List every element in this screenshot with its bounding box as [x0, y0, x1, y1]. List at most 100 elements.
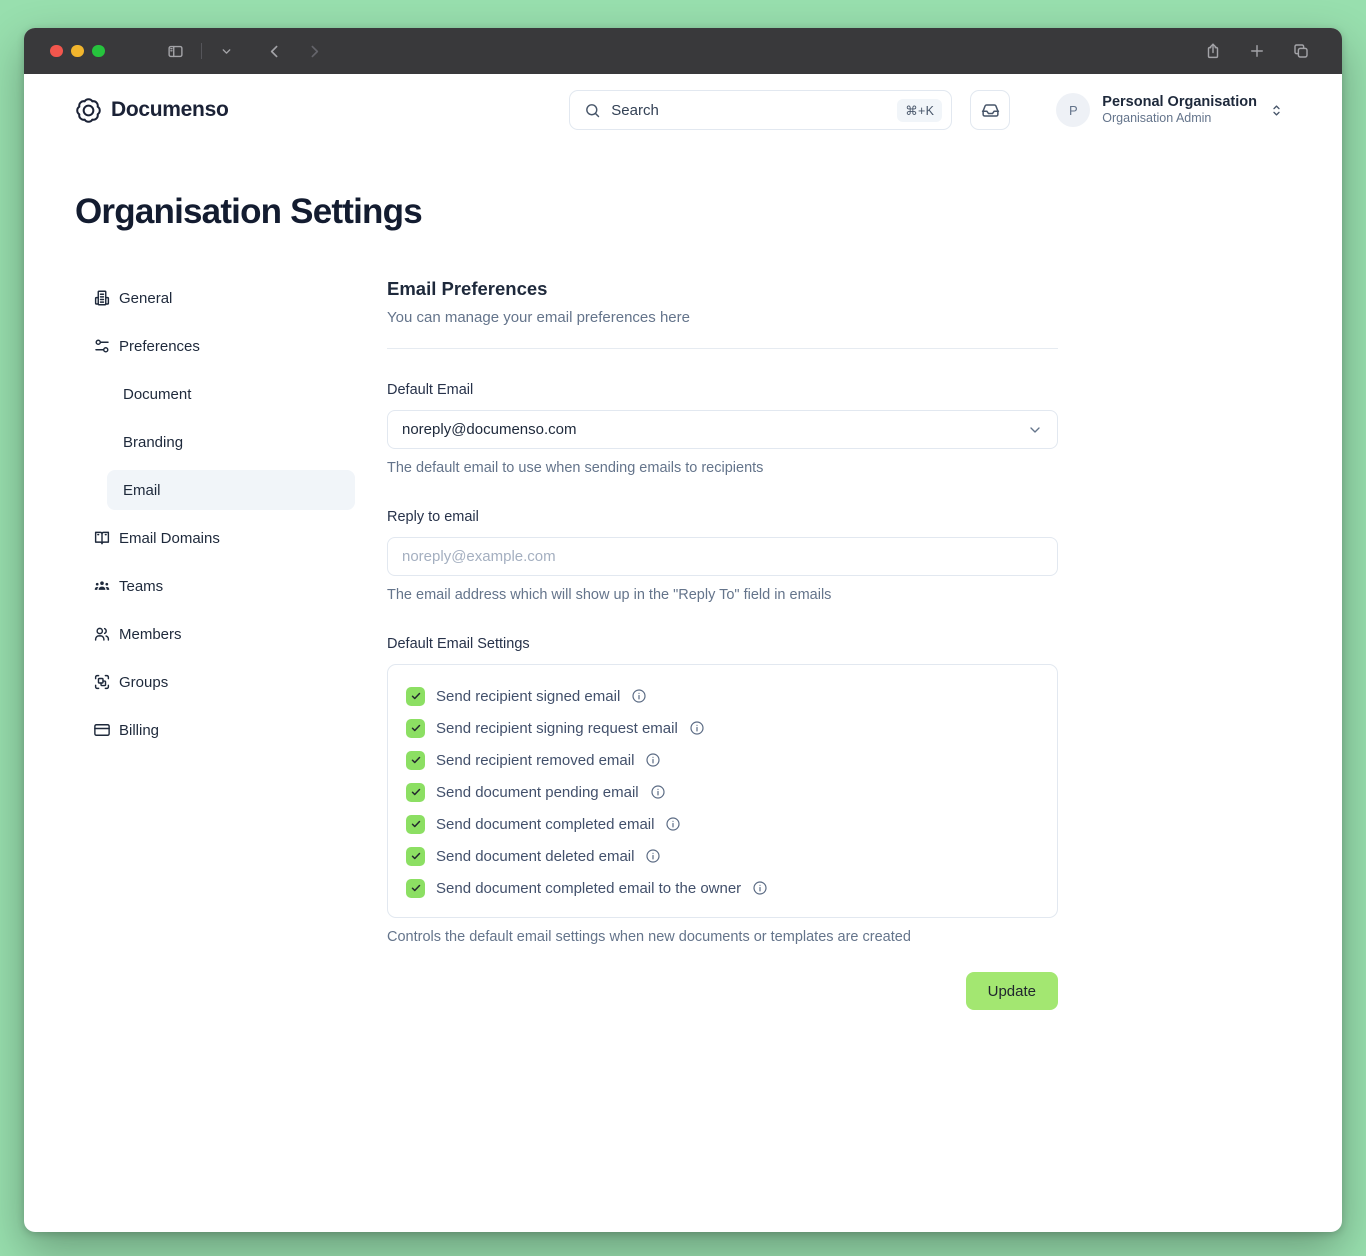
organisation-name: Personal Organisation — [1102, 93, 1257, 111]
setting-label: Send recipient signing request email — [436, 720, 678, 737]
reply-to-helper: The email address which will show up in … — [387, 587, 1058, 603]
checkbox-checked[interactable] — [406, 687, 425, 706]
checkbox-checked[interactable] — [406, 783, 425, 802]
default-email-select[interactable]: noreply@documenso.com — [387, 410, 1058, 449]
section-heading: Email Preferences — [387, 278, 1058, 300]
setting-label: Send document deleted email — [436, 848, 634, 865]
chevron-down-icon[interactable] — [212, 36, 242, 66]
brand[interactable]: Documenso — [75, 97, 229, 124]
new-tab-icon[interactable] — [1242, 36, 1272, 66]
sidebar-item-general[interactable]: General — [75, 278, 355, 318]
reply-to-label: Reply to email — [387, 509, 1058, 525]
sidebar-item-label: Billing — [119, 722, 159, 739]
sidebar-item-label: Groups — [119, 674, 168, 691]
settings-page: Organisation Settings General Preference… — [24, 146, 1342, 1232]
zoom-window-button[interactable] — [92, 45, 105, 58]
building-icon — [93, 289, 111, 307]
checkbox-checked[interactable] — [406, 815, 425, 834]
sidebar-item-members[interactable]: Members — [75, 614, 355, 654]
info-icon[interactable] — [645, 752, 661, 768]
setting-row-recipient-removed: Send recipient removed email — [388, 744, 1057, 776]
share-icon[interactable] — [1198, 36, 1228, 66]
checkbox-checked[interactable] — [406, 751, 425, 770]
sidebar-item-label: Members — [119, 626, 182, 643]
info-icon[interactable] — [752, 880, 768, 896]
section-subheading: You can manage your email preferences he… — [387, 309, 1058, 326]
info-icon[interactable] — [665, 816, 681, 832]
update-button[interactable]: Update — [966, 972, 1058, 1010]
book-open-icon — [93, 529, 111, 547]
forward-button[interactable] — [300, 36, 330, 66]
setting-row-recipient-signed: Send recipient signed email — [388, 680, 1057, 712]
chevron-down-icon — [1027, 422, 1043, 438]
sidebar-toggle-icon[interactable] — [161, 36, 191, 66]
email-settings-label: Default Email Settings — [387, 636, 1058, 652]
setting-label: Send recipient removed email — [436, 752, 634, 769]
inbox-button[interactable] — [970, 90, 1010, 130]
email-settings-box: Send recipient signed email Send recipie… — [387, 664, 1058, 918]
app-window: Documenso Search ⌘+K P Personal Organisa… — [24, 28, 1342, 1232]
checkbox-checked[interactable] — [406, 879, 425, 898]
reply-to-input[interactable] — [402, 548, 1043, 565]
close-window-button[interactable] — [50, 45, 63, 58]
section-divider — [387, 348, 1058, 349]
settings-nav: General Preferences Document Branding Em… — [75, 278, 355, 1010]
inbox-icon — [981, 101, 1000, 120]
setting-row-document-completed: Send document completed email — [388, 808, 1057, 840]
checkbox-checked[interactable] — [406, 847, 425, 866]
avatar: P — [1056, 93, 1090, 127]
back-button[interactable] — [260, 36, 290, 66]
sidebar-item-groups[interactable]: Groups — [75, 662, 355, 702]
info-icon[interactable] — [689, 720, 705, 736]
sidebar-item-email-domains[interactable]: Email Domains — [75, 518, 355, 558]
default-email-value: noreply@documenso.com — [402, 421, 1027, 438]
credit-card-icon — [93, 721, 111, 739]
info-icon[interactable] — [631, 688, 647, 704]
sidebar-item-preferences[interactable]: Preferences — [75, 326, 355, 366]
minimize-window-button[interactable] — [71, 45, 84, 58]
setting-label: Send recipient signed email — [436, 688, 620, 705]
groups-icon — [93, 673, 111, 691]
setting-row-document-deleted: Send document deleted email — [388, 840, 1057, 872]
sidebar-item-label: General — [119, 290, 172, 307]
tab-overview-icon[interactable] — [1286, 36, 1316, 66]
sliders-icon — [93, 337, 111, 355]
search-icon — [584, 102, 601, 119]
organisation-switcher[interactable]: P Personal Organisation Organisation Adm… — [1056, 93, 1284, 127]
sidebar-item-email[interactable]: Email — [107, 470, 355, 510]
setting-row-completed-owner: Send document completed email to the own… — [388, 872, 1057, 904]
sidebar-item-document[interactable]: Document — [107, 374, 355, 414]
page-title: Organisation Settings — [75, 192, 1291, 232]
sidebar-item-label: Email — [123, 482, 161, 499]
email-preferences-panel: Email Preferences You can manage your em… — [387, 278, 1058, 1010]
organisation-role: Organisation Admin — [1102, 111, 1257, 127]
search-input[interactable]: Search ⌘+K — [569, 90, 952, 130]
checkbox-checked[interactable] — [406, 719, 425, 738]
email-settings-helper: Controls the default email settings when… — [387, 929, 1058, 945]
info-icon[interactable] — [645, 848, 661, 864]
window-titlebar — [24, 28, 1342, 74]
sidebar-item-branding[interactable]: Branding — [107, 422, 355, 462]
sidebar-item-label: Preferences — [119, 338, 200, 355]
setting-label: Send document completed email to the own… — [436, 880, 741, 897]
traffic-lights — [50, 45, 105, 58]
app-header: Documenso Search ⌘+K P Personal Organisa… — [24, 74, 1342, 146]
setting-label: Send document completed email — [436, 816, 654, 833]
sidebar-item-teams[interactable]: Teams — [75, 566, 355, 606]
sidebar-item-label: Teams — [119, 578, 163, 595]
setting-row-signing-request: Send recipient signing request email — [388, 712, 1057, 744]
sidebar-item-label: Email Domains — [119, 530, 220, 547]
search-shortcut-badge: ⌘+K — [897, 99, 942, 122]
info-icon[interactable] — [650, 784, 666, 800]
setting-label: Send document pending email — [436, 784, 639, 801]
members-icon — [93, 625, 111, 643]
setting-row-document-pending: Send document pending email — [388, 776, 1057, 808]
sidebar-item-label: Branding — [123, 434, 183, 451]
sidebar-item-label: Document — [123, 386, 191, 403]
sidebar-item-billing[interactable]: Billing — [75, 710, 355, 750]
documenso-logo-icon — [75, 97, 102, 124]
reply-to-input-wrapper — [387, 537, 1058, 576]
titlebar-divider — [201, 43, 202, 59]
teams-icon — [93, 577, 111, 595]
chevrons-up-down-icon — [1269, 103, 1284, 118]
